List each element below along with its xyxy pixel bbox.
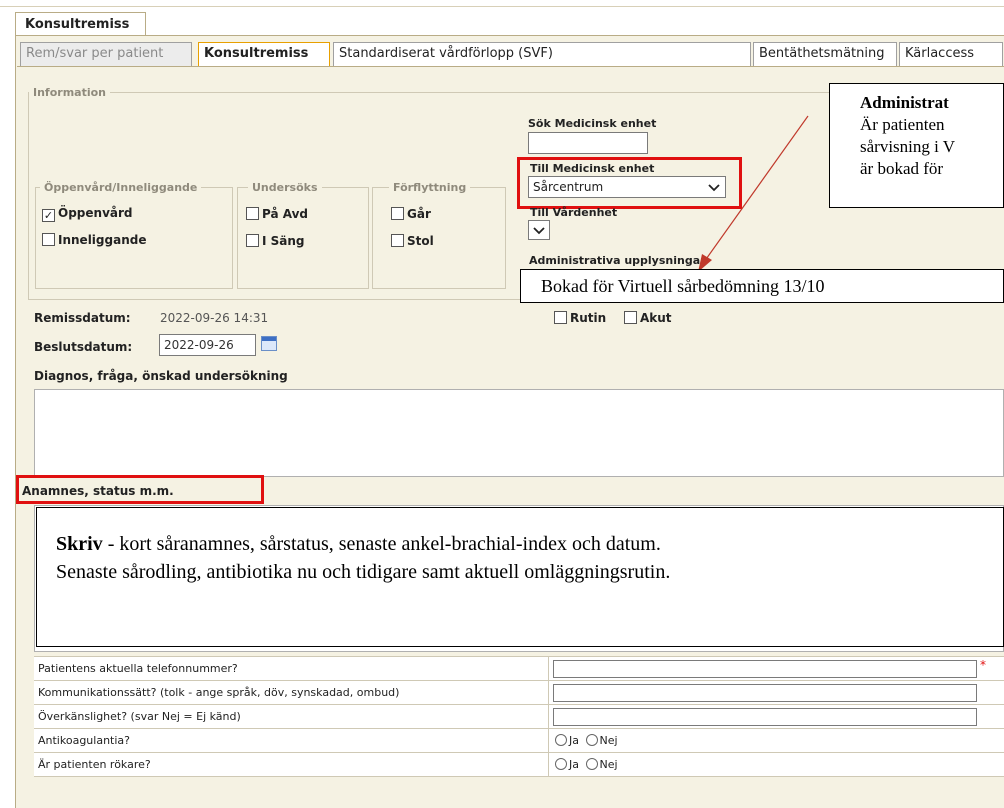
question-telefon: Patientens aktuella telefonnummer? — [38, 662, 238, 675]
radio-nej-label: Nej — [599, 758, 618, 771]
callout-bokad: Bokad för Virtuell sårbedömning 13/10 — [520, 269, 1004, 303]
arrow-icon — [698, 115, 809, 272]
callout-top-line2: sårvisning i V — [860, 137, 956, 156]
tab-bentathet[interactable]: Bentäthetsmätning — [753, 42, 897, 66]
outer-tab-konsultremiss[interactable]: Konsultremiss — [15, 12, 146, 36]
top-divider — [0, 6, 1004, 7]
remissdatum-value: 2022-09-26 14:31 — [160, 311, 269, 325]
till-vardenhet-select[interactable] — [528, 220, 550, 240]
table-row: Antikoagulantia? Ja Nej — [34, 729, 1004, 753]
question-antikoagulantia: Antikoagulantia? — [38, 734, 130, 747]
checkbox-stol[interactable]: Stol — [391, 234, 434, 248]
undersoks-legend: Undersöks — [252, 181, 318, 194]
tab-karlaccess[interactable]: Kärlaccess — [899, 42, 1003, 66]
callout-skriv: Skriv - kort såranamnes, sårstatus, sena… — [36, 507, 1004, 647]
callout-top-line3: är bokad för — [860, 159, 944, 178]
sok-medicinsk-input[interactable] — [528, 132, 648, 154]
radio-nej[interactable] — [585, 758, 598, 770]
tab-rem-svar[interactable]: Rem/svar per patient — [20, 42, 192, 66]
radio-ja-label: Ja — [569, 734, 579, 747]
tab-svf[interactable]: Standardiserat vårdförlopp (SVF) — [333, 42, 751, 66]
checkbox-i-sang[interactable]: I Säng — [246, 234, 305, 248]
till-vardenhet-label: Till Vårdenhet — [530, 206, 618, 219]
highlight-anamnes — [16, 475, 264, 504]
checkbox-inneliggande[interactable]: Inneliggande — [42, 233, 146, 247]
required-marker: * — [980, 658, 986, 672]
checkbox-akut[interactable]: Akut — [624, 311, 672, 325]
checkbox-pa-avd-label: På Avd — [262, 207, 309, 221]
antikoagulantia-radio-group: Ja Nej — [555, 734, 618, 747]
telefon-input[interactable] — [553, 660, 977, 678]
checkbox-inneliggande-box[interactable] — [42, 233, 55, 246]
checkbox-stol-box[interactable] — [391, 234, 404, 247]
callout-skriv-line1: - kort såranamnes, sårstatus, senaste an… — [102, 533, 661, 555]
callout-skriv-line2: Senaste sårodling, antibiotika nu och ti… — [56, 561, 671, 583]
checkbox-akut-label: Akut — [640, 311, 672, 325]
callout-top-line1: Är patienten — [860, 115, 945, 134]
information-legend: Information — [33, 86, 106, 99]
radio-ja[interactable] — [555, 758, 567, 770]
question-rokare: Är patienten rökare? — [38, 758, 151, 771]
table-row: Kommunikationssätt? (tolk - ange språk, … — [34, 681, 1004, 705]
rokare-radio-group: Ja Nej — [555, 758, 618, 771]
checkbox-oppenvard-label: Öppenvård — [58, 206, 133, 220]
administrativa-label: Administrativa upplysningar — [529, 254, 706, 267]
checkbox-gar-box[interactable] — [391, 207, 404, 220]
checkbox-stol-label: Stol — [407, 234, 434, 248]
question-overkanslighet: Överkänslighet? (svar Nej = Ej känd) — [38, 710, 241, 723]
radio-ja[interactable] — [555, 734, 567, 746]
overkanslighet-input[interactable] — [553, 708, 977, 726]
forflyttning-legend: Förflyttning — [393, 181, 467, 194]
callout-skriv-bold: Skriv — [56, 533, 103, 555]
checkbox-pa-avd-box[interactable] — [246, 207, 259, 220]
question-kommunikation: Kommunikationssätt? (tolk - ange språk, … — [38, 686, 400, 699]
beslutsdatum-label: Beslutsdatum: — [34, 340, 133, 354]
checkbox-rutin[interactable]: Rutin — [554, 311, 606, 325]
beslutsdatum-input[interactable]: 2022-09-26 — [159, 334, 256, 356]
radio-nej[interactable] — [585, 734, 598, 746]
checkbox-oppenvard[interactable]: ✓ Öppenvård — [42, 206, 133, 222]
callout-administrativt: Administrat Är patienten sårvisning i V … — [829, 83, 1004, 208]
oppenvard-legend: Öppenvård/Inneliggande — [44, 181, 198, 194]
checkbox-rutin-box[interactable] — [554, 311, 567, 324]
sok-medicinsk-label: Sök Medicinsk enhet — [528, 117, 657, 130]
checkbox-i-sang-label: I Säng — [262, 234, 305, 248]
table-row: Överkänslighet? (svar Nej = Ej känd) — [34, 705, 1004, 729]
checkbox-i-sang-box[interactable] — [246, 234, 259, 247]
checkbox-inneliggande-label: Inneliggande — [58, 233, 147, 247]
tab-konsultremiss[interactable]: Konsultremiss — [198, 42, 330, 67]
checkbox-akut-box[interactable] — [624, 311, 637, 324]
checkbox-oppenvard-box[interactable]: ✓ — [42, 209, 55, 222]
callout-top-title: Administrat — [860, 93, 949, 112]
table-row: Patientens aktuella telefonnummer? * — [34, 657, 1004, 681]
diagnos-textarea[interactable] — [34, 389, 1004, 477]
remissdatum-label: Remissdatum: — [34, 311, 131, 325]
checkbox-pa-avd[interactable]: På Avd — [246, 207, 308, 221]
calendar-icon[interactable] — [261, 336, 277, 351]
checkbox-gar[interactable]: Går — [391, 207, 431, 221]
kommunikation-input[interactable] — [553, 684, 977, 702]
diagnos-label: Diagnos, fråga, önskad undersökning — [34, 369, 288, 383]
radio-ja-label: Ja — [569, 758, 579, 771]
checkbox-rutin-label: Rutin — [570, 311, 607, 325]
checkbox-gar-label: Går — [407, 207, 431, 221]
table-row: Är patienten rökare? Ja Nej — [34, 753, 1004, 777]
radio-nej-label: Nej — [599, 734, 618, 747]
chevron-down-icon — [533, 227, 545, 235]
